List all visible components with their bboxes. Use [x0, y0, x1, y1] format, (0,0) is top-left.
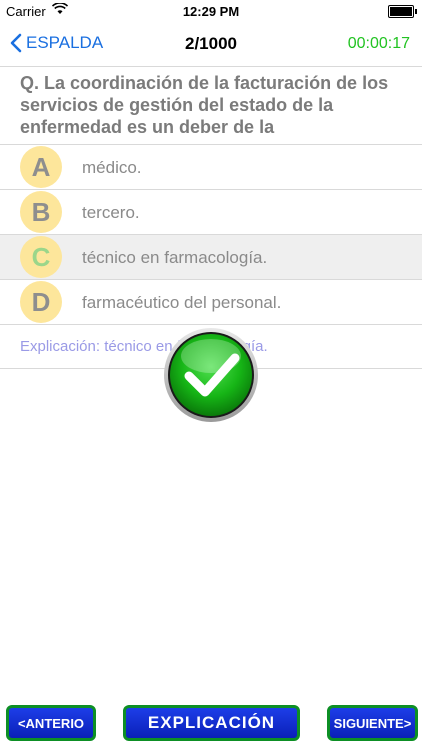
answer-option-a[interactable]: A médico. [0, 144, 422, 189]
nav-bar: ESPALDA 2/1000 00:00:17 [0, 22, 422, 67]
answer-list: A médico. B tercero. C técnico en farmac… [0, 144, 422, 325]
answer-option-b[interactable]: B tercero. [0, 189, 422, 234]
answer-text-d: farmacéutico del personal. [82, 293, 282, 312]
battery-icon [388, 5, 417, 18]
answer-option-d[interactable]: D farmacéutico del personal. [0, 279, 422, 325]
answer-letter-c: C [20, 236, 62, 278]
answer-letter-d: D [20, 281, 62, 323]
answer-letter-b: B [20, 191, 62, 233]
checkmark-icon [162, 326, 260, 424]
answer-text-b: tercero. [82, 203, 140, 222]
answer-text-c: técnico en farmacología. [82, 248, 268, 267]
previous-button[interactable]: <ANTERIO [6, 705, 96, 741]
answer-text-a: médico. [82, 158, 142, 177]
answer-letter-a: A [20, 146, 62, 188]
explanation-button[interactable]: EXPLICACIÓN [123, 705, 300, 741]
next-button[interactable]: SIGUIENTE> [327, 705, 418, 741]
quiz-timer: 00:00:17 [347, 35, 410, 52]
status-time: 12:29 PM [182, 4, 240, 19]
status-bar: Carrier 12:29 PM [0, 0, 422, 22]
question-text: Q. La coordinación de la facturación de … [20, 73, 389, 137]
answer-option-c[interactable]: C técnico en farmacología. [0, 234, 422, 279]
